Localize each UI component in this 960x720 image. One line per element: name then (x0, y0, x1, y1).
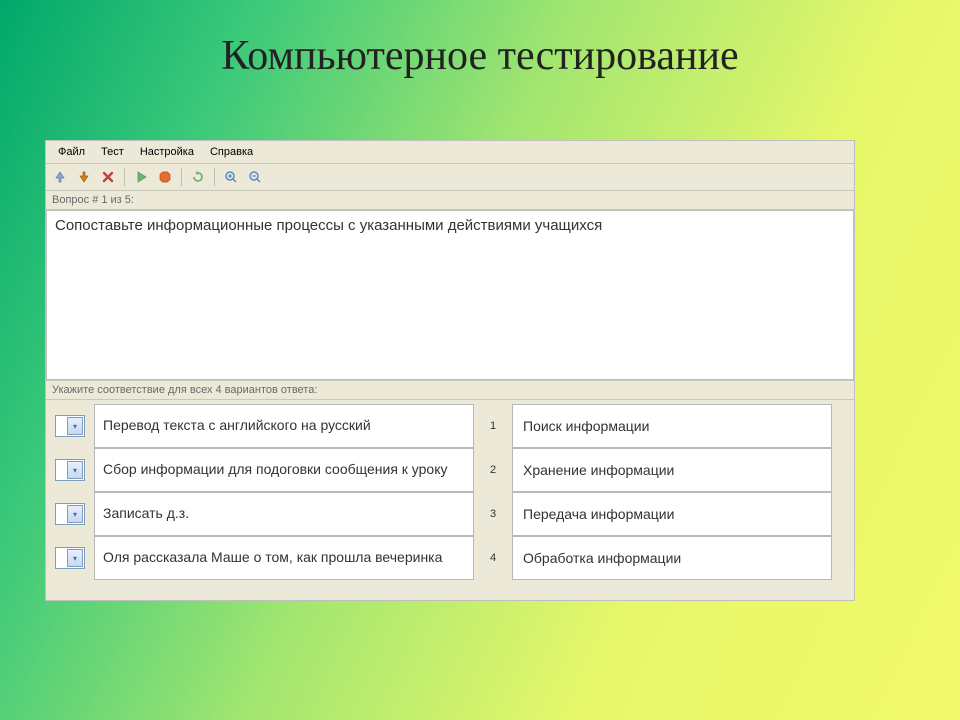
match-dropdown-3[interactable]: ▾ (55, 503, 85, 525)
stop-hex-icon[interactable] (155, 167, 175, 187)
match-area: ▾ Перевод текста с английского на русски… (46, 400, 854, 588)
toolbar-separator (124, 168, 125, 186)
question-text-area: Сопоставьте информационные процессы с ук… (46, 210, 854, 380)
toolbar-separator (181, 168, 182, 186)
match-right-1: Поиск информации (512, 404, 832, 448)
match-left-3: Записать д.з. (94, 492, 474, 536)
app-window: Файл Тест Настройка Справка (45, 140, 855, 601)
match-right-2: Хранение информации (512, 448, 832, 492)
slide-title: Компьютерное тестирование (0, 0, 960, 104)
zoom-out-icon[interactable] (245, 167, 265, 187)
match-left-1: Перевод текста с английского на русский (94, 404, 474, 448)
toolbar-separator (214, 168, 215, 186)
bottom-strip (46, 588, 854, 600)
match-left-4: Оля рассказала Маше о том, как прошла ве… (94, 536, 474, 580)
match-row: ▾ Сбор информации для подоговки сообщени… (46, 448, 854, 492)
match-row: ▾ Перевод текста с английского на русски… (46, 404, 854, 448)
match-row: ▾ Оля рассказала Маше о том, как прошла … (46, 536, 854, 580)
match-right-3: Передача информации (512, 492, 832, 536)
instruction-strip: Укажите соответствие для всех 4 варианто… (46, 380, 854, 400)
chevron-down-icon: ▾ (67, 549, 83, 567)
chevron-down-icon: ▾ (67, 505, 83, 523)
question-counter-strip: Вопрос # 1 из 5: (46, 191, 854, 210)
menubar: Файл Тест Настройка Справка (46, 141, 854, 164)
match-num-4: 4 (474, 536, 512, 580)
question-text: Сопоставьте информационные процессы с ук… (55, 217, 602, 234)
match-row: ▾ Записать д.з. 3 Передача информации (46, 492, 854, 536)
zoom-in-icon[interactable] (221, 167, 241, 187)
refresh-icon[interactable] (188, 167, 208, 187)
match-left-2: Сбор информации для подоговки сообщения … (94, 448, 474, 492)
toolbar (46, 164, 854, 191)
match-dropdown-4[interactable]: ▾ (55, 547, 85, 569)
match-dropdown-2[interactable]: ▾ (55, 459, 85, 481)
menu-file[interactable]: Файл (50, 143, 93, 161)
chevron-down-icon: ▾ (67, 461, 83, 479)
match-num-1: 1 (474, 404, 512, 448)
match-dropdown-1[interactable]: ▾ (55, 415, 85, 437)
match-right-4: Обработка информации (512, 536, 832, 580)
match-num-3: 3 (474, 492, 512, 536)
arrow-down-icon[interactable] (74, 167, 94, 187)
menu-help[interactable]: Справка (202, 143, 261, 161)
match-num-2: 2 (474, 448, 512, 492)
chevron-down-icon: ▾ (67, 417, 83, 435)
x-cancel-icon[interactable] (98, 167, 118, 187)
play-icon[interactable] (131, 167, 151, 187)
menu-settings[interactable]: Настройка (132, 143, 202, 161)
menu-test[interactable]: Тест (93, 143, 132, 161)
arrow-up-icon[interactable] (50, 167, 70, 187)
